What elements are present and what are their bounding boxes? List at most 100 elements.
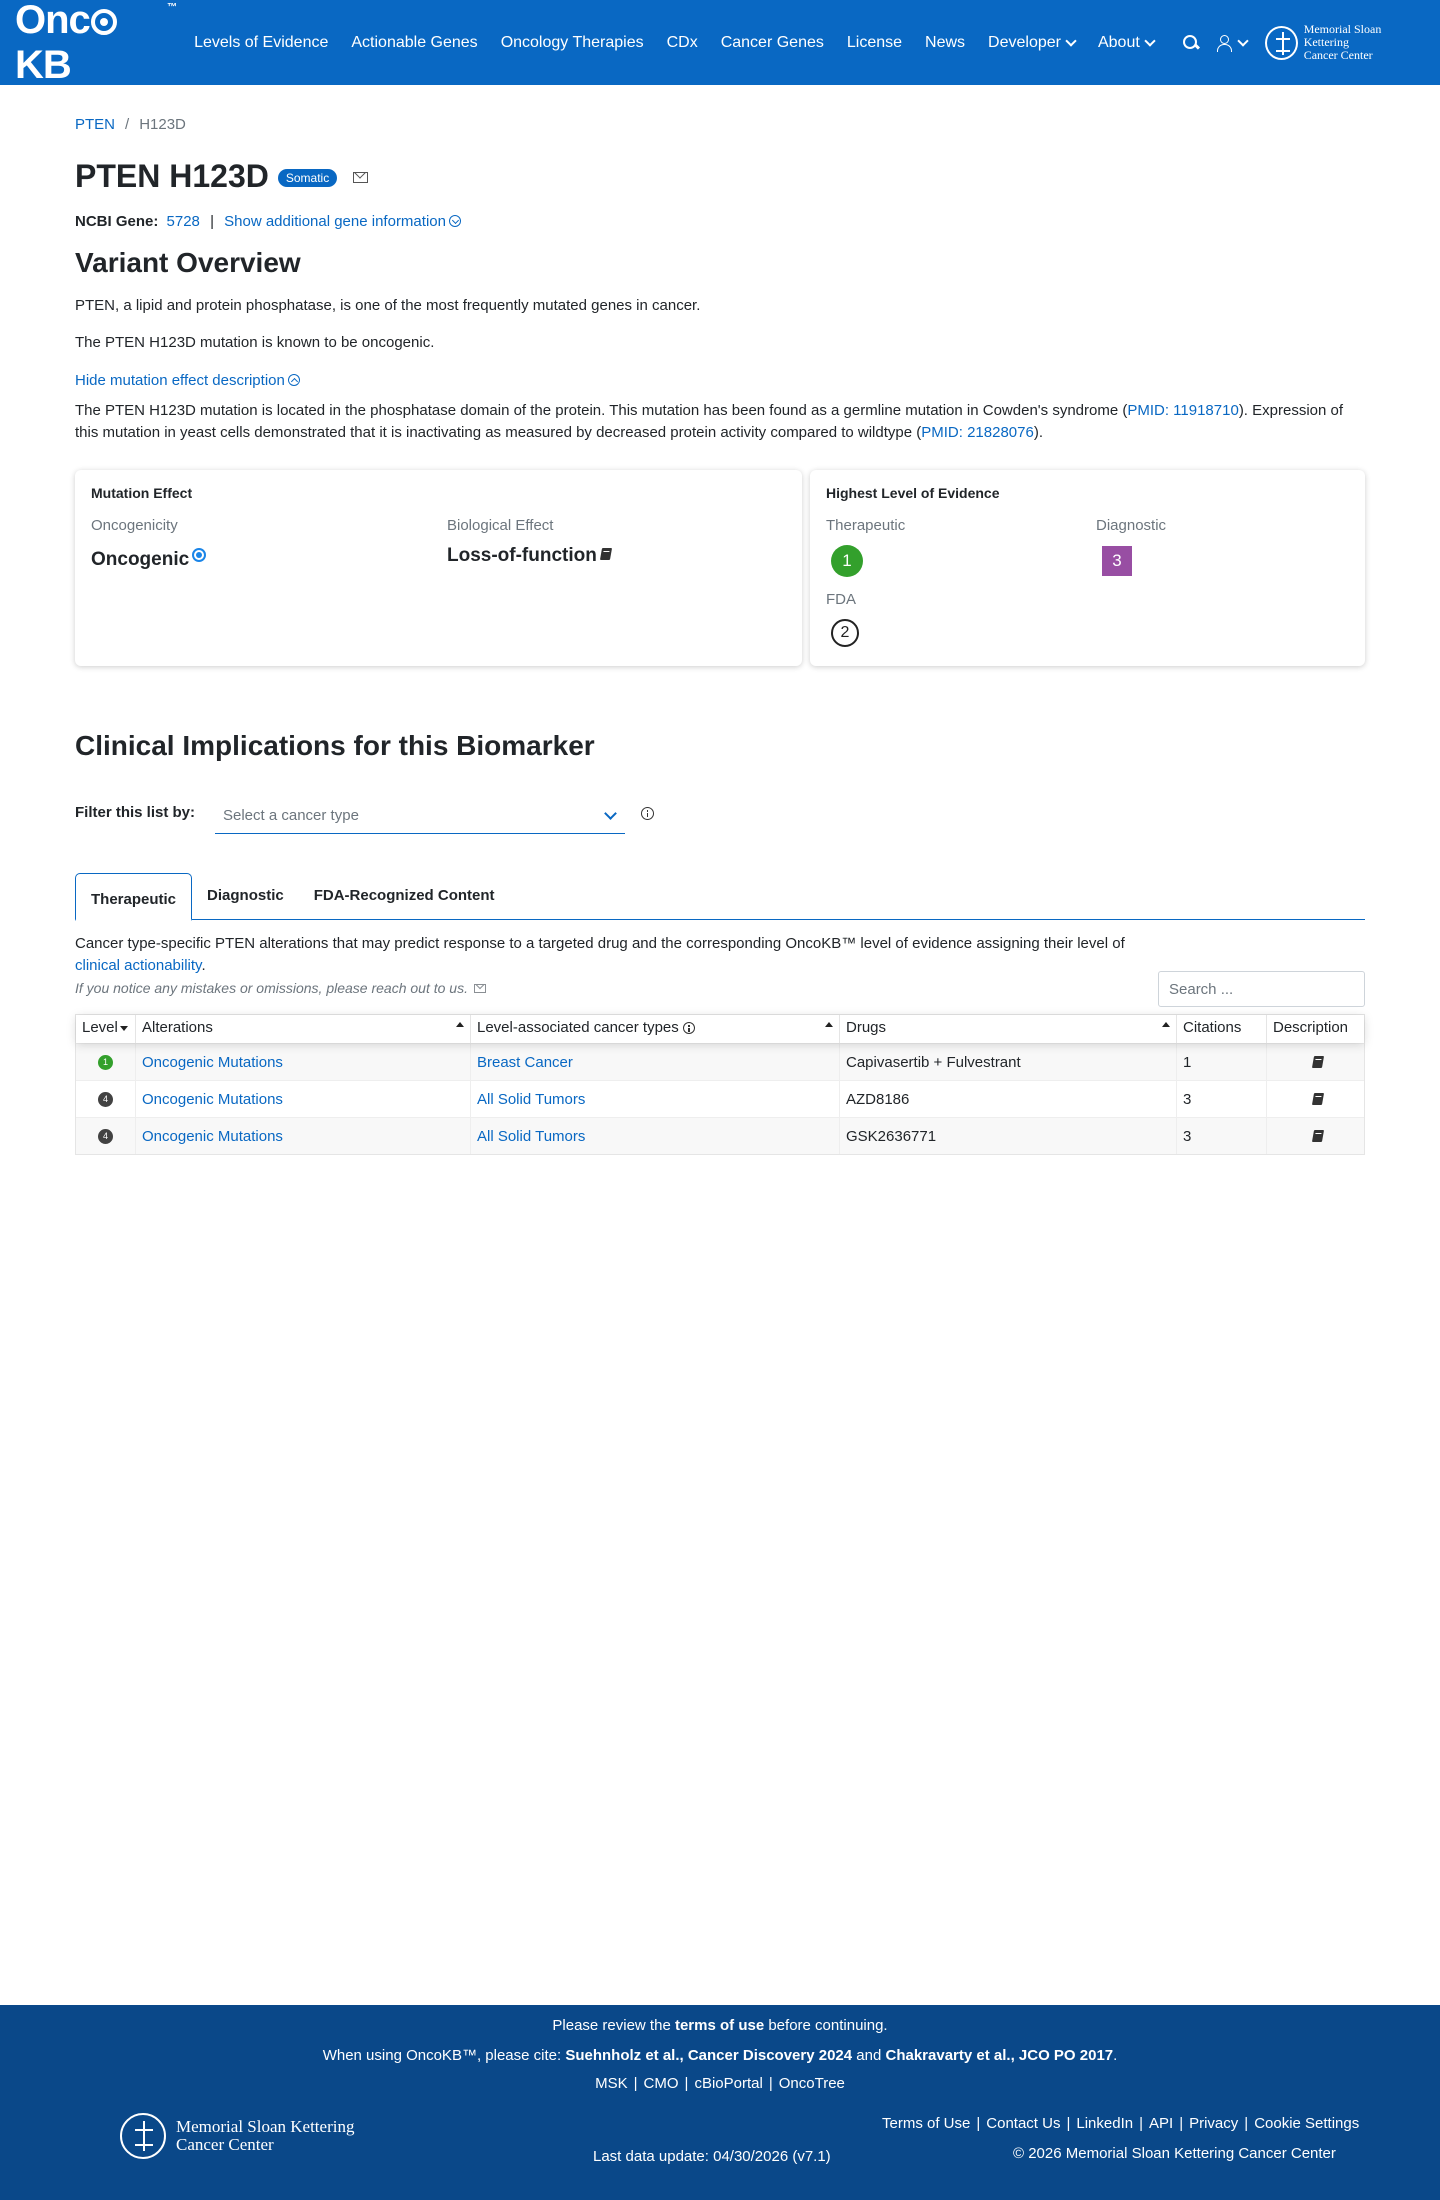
- cancer-type-link[interactable]: All Solid Tumors: [477, 1091, 585, 1108]
- ncbi-gene-label: NCBI Gene:: [75, 213, 159, 230]
- nav-about-dropdown[interactable]: About: [1098, 34, 1156, 52]
- terms-notice-a: Please review the: [552, 2017, 675, 2034]
- pmid-link-2[interactable]: PMID: 21828076: [921, 424, 1034, 441]
- citation-suehnholz[interactable]: Suehnholz et al., Cancer Discovery 2024: [565, 2047, 852, 2064]
- citations-cell[interactable]: 3: [1177, 1081, 1267, 1117]
- info-icon[interactable]: [641, 807, 654, 820]
- nav-developer-dropdown[interactable]: Developer: [988, 34, 1077, 52]
- book-icon[interactable]: [1311, 1056, 1324, 1068]
- citations-cell[interactable]: 3: [1177, 1118, 1267, 1154]
- nav-oncology-therapies[interactable]: Oncology Therapies: [501, 34, 644, 52]
- level-cell: 4: [76, 1118, 136, 1154]
- msk-line-2: Cancer Center: [1303, 48, 1373, 62]
- mail-icon[interactable]: [353, 172, 369, 183]
- clinical-actionability-link[interactable]: clinical actionability: [75, 957, 201, 974]
- level-4-icon[interactable]: 4: [98, 1091, 113, 1107]
- footer-msk-logo[interactable]: Memorial Sloan Kettering Cancer Center: [120, 2113, 354, 2159]
- tab-therapeutic[interactable]: Therapeutic: [75, 872, 193, 921]
- alteration-link[interactable]: Oncogenic Mutations: [142, 1128, 283, 1145]
- table-row: 1 Oncogenic Mutations Breast Cancer Capi…: [76, 1043, 1364, 1080]
- footer-link-privacy[interactable]: Privacy: [1189, 2115, 1238, 2132]
- alteration-link[interactable]: Oncogenic Mutations: [142, 1091, 283, 1108]
- msk-logo[interactable]: Memorial Sloan Kettering Cancer Center: [1264, 23, 1425, 62]
- drugs-cell: AZD8186: [840, 1081, 1177, 1117]
- col-header-drugs[interactable]: Drugs: [840, 1015, 1177, 1043]
- level-4-icon[interactable]: 4: [98, 1128, 113, 1144]
- mail-icon[interactable]: [473, 984, 486, 993]
- citations-cell[interactable]: 1: [1177, 1044, 1267, 1080]
- nav-cdx[interactable]: CDx: [667, 34, 698, 52]
- footer-link-msk[interactable]: MSK: [595, 2075, 628, 2092]
- book-icon[interactable]: [1311, 1093, 1324, 1105]
- feedback-note-text: If you notice any mistakes or omissions,…: [75, 980, 468, 996]
- table-description: Cancer type-specific PTEN alterations th…: [75, 933, 1135, 977]
- footer-link-cookie-settings[interactable]: Cookie Settings: [1254, 2115, 1359, 2132]
- fda-level-2-icon[interactable]: 2: [831, 619, 859, 647]
- cancer-type-cell: All Solid Tumors: [471, 1081, 840, 1117]
- book-icon[interactable]: [599, 548, 612, 560]
- hide-mutation-effect-toggle[interactable]: Hide mutation effect description: [75, 372, 300, 389]
- logo-tm: ™: [167, 1, 177, 13]
- table-description-end: .: [201, 957, 206, 974]
- nav-cancer-genes[interactable]: Cancer Genes: [721, 34, 824, 52]
- therapeutic-level-1-icon[interactable]: 1: [831, 545, 863, 577]
- footer: Please review the terms of use before co…: [0, 2005, 1440, 2200]
- nav-actionable-genes[interactable]: Actionable Genes: [351, 34, 477, 52]
- footer-link-contact[interactable]: Contact Us: [986, 2115, 1060, 2132]
- oncogenicity-text: Oncogenic: [91, 549, 190, 570]
- sort-icon: [1162, 1022, 1170, 1027]
- tab-fda-recognized-content[interactable]: FDA-Recognized Content: [299, 871, 510, 919]
- footer-link-terms[interactable]: Terms of Use: [882, 2115, 970, 2132]
- book-icon[interactable]: [1311, 1130, 1324, 1142]
- chevron-down-icon: [1065, 34, 1077, 47]
- diagnostic-level-label: Diagnostic: [1096, 517, 1167, 534]
- nav-news[interactable]: News: [925, 34, 965, 52]
- alteration-link[interactable]: Oncogenic Mutations: [142, 1054, 283, 1071]
- pmid-link-1[interactable]: PMID: 11918710: [1127, 402, 1238, 419]
- table-description-text: Cancer type-specific PTEN alterations th…: [75, 935, 1125, 952]
- col-header-cancer-types[interactable]: Level-associated cancer types: [471, 1015, 840, 1043]
- table-header: Level Alterations Level-associated cance…: [76, 1015, 1364, 1043]
- citation-chakravarty[interactable]: Chakravarty et al., JCO PO 2017: [886, 2047, 1114, 2064]
- biological-effect-text: Loss-of-function: [447, 545, 597, 566]
- filter-label: Filter this list by:: [75, 804, 196, 821]
- oncokb-logo[interactable]: OncKB ™: [15, 0, 177, 88]
- col-header-level[interactable]: Level: [76, 1015, 136, 1043]
- drugs-cell: Capivasertib + Fulvestrant: [840, 1044, 1177, 1080]
- nav-license[interactable]: License: [847, 34, 902, 52]
- cancer-type-cell: Breast Cancer: [471, 1044, 840, 1080]
- col-header-alterations[interactable]: Alterations: [136, 1015, 471, 1043]
- table-search-input[interactable]: Search ...: [1158, 971, 1365, 1007]
- col-header-citations[interactable]: Citations: [1177, 1015, 1267, 1043]
- col-header-description: Description: [1267, 1015, 1364, 1043]
- highest-level-title: Highest Level of Evidence: [826, 485, 1000, 501]
- cancer-type-link[interactable]: Breast Cancer: [477, 1054, 573, 1071]
- footer-link-linkedin[interactable]: LinkedIn: [1076, 2115, 1133, 2132]
- citation-notice: When using OncoKB™, please cite: Suehnho…: [0, 2047, 1440, 2064]
- footer-link-cmo[interactable]: CMO: [644, 2075, 679, 2092]
- sort-icon: [825, 1022, 833, 1027]
- sort-desc-icon: [119, 1026, 128, 1031]
- show-gene-info-link[interactable]: Show additional gene information: [224, 213, 461, 230]
- cancer-type-placeholder: Select a cancer type: [223, 807, 359, 824]
- nav-levels-of-evidence[interactable]: Levels of Evidence: [194, 34, 328, 52]
- footer-link-oncotree[interactable]: OncoTree: [779, 2075, 845, 2092]
- footer-link-cbioportal[interactable]: cBioPortal: [694, 2075, 762, 2092]
- user-menu[interactable]: [1216, 34, 1249, 52]
- ncbi-gene-link[interactable]: 5728: [167, 213, 200, 230]
- terms-of-use-link[interactable]: terms of use: [675, 2017, 764, 2034]
- info-icon[interactable]: [682, 1022, 695, 1034]
- nav-menu: Levels of Evidence Actionable Genes Onco…: [194, 34, 1177, 52]
- breadcrumb-gene-link[interactable]: PTEN: [75, 116, 115, 133]
- table-search-placeholder: Search ...: [1169, 980, 1234, 998]
- show-gene-info-label: Show additional gene information: [224, 213, 446, 230]
- level-1-icon[interactable]: 1: [98, 1054, 113, 1070]
- cancer-type-link[interactable]: All Solid Tumors: [477, 1128, 585, 1145]
- tab-diagnostic[interactable]: Diagnostic: [192, 871, 299, 919]
- footer-link-api[interactable]: API: [1149, 2115, 1173, 2132]
- evidence-tabs: Therapeutic Diagnostic FDA-Recognized Co…: [75, 871, 1365, 921]
- diagnostic-level-3-icon[interactable]: 3: [1102, 546, 1132, 576]
- mutation-effect-description: The PTEN H123D mutation is located in th…: [75, 400, 1365, 444]
- cancer-type-select[interactable]: Select a cancer type: [215, 798, 625, 834]
- search-icon[interactable]: [1182, 34, 1199, 51]
